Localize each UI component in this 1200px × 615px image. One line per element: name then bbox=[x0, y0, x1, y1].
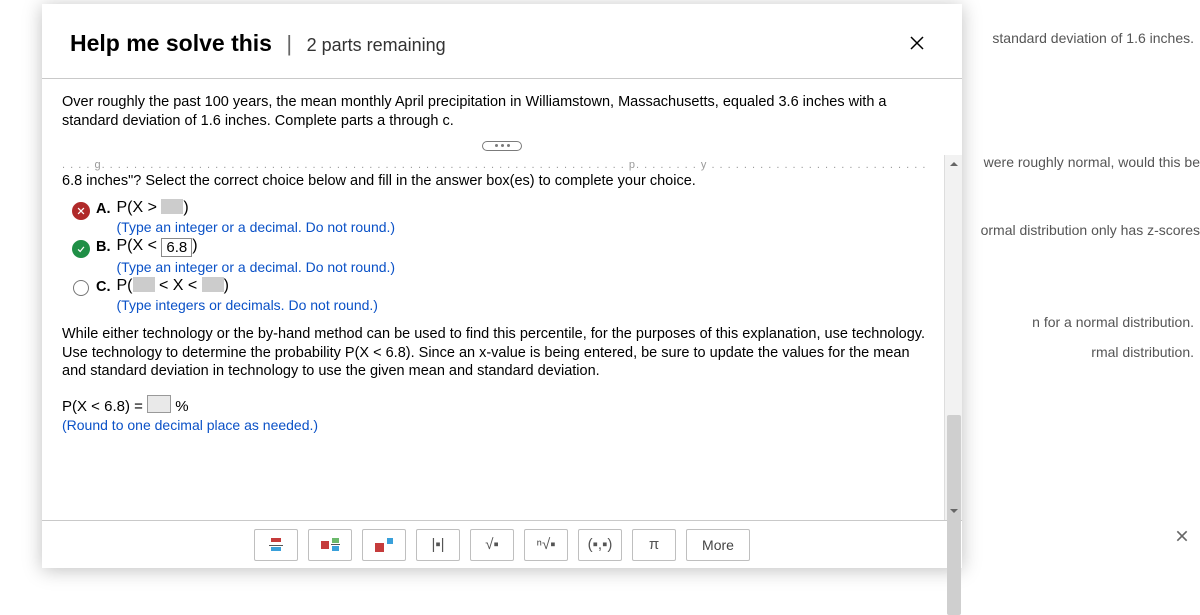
choice-c-letter: C. bbox=[96, 279, 111, 295]
modal-title-row: Help me solve this | 2 parts remaining bbox=[70, 30, 446, 57]
backdrop-text: standard deviation of 1.6 inches. bbox=[992, 30, 1194, 46]
choice-c-expression: P( < X < ) bbox=[117, 277, 229, 294]
answer-input-c2[interactable] bbox=[202, 277, 224, 292]
backdrop-text: n for a normal distribution. bbox=[1032, 314, 1194, 330]
backdrop-text: ormal distribution only has z-scores bbox=[981, 222, 1200, 238]
ellipsis-icon bbox=[482, 141, 522, 151]
math-toolbar: |▪| √▪ ⁿ√▪ (▪,▪) π More bbox=[42, 520, 962, 568]
vertical-scrollbar[interactable] bbox=[944, 155, 962, 520]
expr-text: ) bbox=[224, 277, 229, 294]
pi-button[interactable]: π bbox=[632, 529, 676, 561]
choice-a-hint: (Type an integer or a decimal. Do not ro… bbox=[117, 219, 396, 235]
choice-a-row: A. P(X > ) (Type an integer or a decimal… bbox=[70, 199, 930, 235]
answer-input-percent[interactable] bbox=[147, 395, 171, 413]
equation-right: % bbox=[175, 398, 188, 415]
choice-c-radio[interactable] bbox=[70, 277, 92, 296]
choice-c-hint: (Type integers or decimals. Do not round… bbox=[117, 297, 378, 313]
radio-unselected[interactable] bbox=[73, 280, 89, 296]
more-button[interactable]: More bbox=[686, 529, 750, 561]
exponent-button[interactable] bbox=[362, 529, 406, 561]
more-label: More bbox=[702, 537, 734, 553]
choice-a-expression: P(X > ) bbox=[117, 199, 189, 216]
fraction-icon bbox=[269, 538, 283, 551]
incorrect-icon bbox=[72, 202, 90, 220]
answer-input-c1[interactable] bbox=[133, 277, 155, 292]
interval-icon: (▪,▪) bbox=[588, 536, 613, 553]
choice-a-radio[interactable] bbox=[70, 199, 92, 220]
interval-button[interactable]: (▪,▪) bbox=[578, 529, 622, 561]
expr-text: < X < bbox=[155, 277, 202, 294]
choice-a-letter: A. bbox=[96, 201, 111, 217]
modal-title: Help me solve this bbox=[70, 30, 272, 56]
equation-left: P(X < 6.8) = bbox=[62, 398, 147, 415]
expr-text: P( bbox=[117, 277, 133, 294]
choice-b-letter: B. bbox=[96, 239, 111, 255]
nth-root-button[interactable]: ⁿ√▪ bbox=[524, 529, 568, 561]
absolute-value-button[interactable]: |▪| bbox=[416, 529, 460, 561]
choice-c-row: C. P( < X < ) (Type integers or decimals… bbox=[70, 277, 930, 313]
choice-b-radio[interactable] bbox=[70, 237, 92, 258]
choice-b-content: P(X < 6.8) (Type an integer or a decimal… bbox=[117, 237, 396, 275]
mixed-number-button[interactable] bbox=[308, 529, 352, 561]
backdrop-close-icon[interactable] bbox=[1174, 528, 1190, 574]
backdrop-text: rmal distribution. bbox=[1091, 344, 1194, 360]
nth-root-icon: ⁿ√▪ bbox=[536, 536, 555, 553]
answer-input-b[interactable]: 6.8 bbox=[161, 238, 192, 257]
modal-body: . . . . g. . . . . . . . . . . . . . . .… bbox=[42, 155, 962, 520]
exponent-icon bbox=[375, 538, 393, 552]
scroll-down-button[interactable] bbox=[945, 502, 963, 520]
square-root-button[interactable]: √▪ bbox=[470, 529, 514, 561]
scroll-content: . . . . g. . . . . . . . . . . . . . . .… bbox=[42, 155, 944, 520]
close-button[interactable] bbox=[900, 26, 934, 60]
choice-a-content: P(X > ) (Type an integer or a decimal. D… bbox=[117, 199, 396, 235]
choice-b-row: B. P(X < 6.8) (Type an integer or a deci… bbox=[70, 237, 930, 275]
help-me-solve-modal: Help me solve this | 2 parts remaining O… bbox=[42, 4, 962, 568]
expr-text: ) bbox=[192, 237, 197, 254]
pi-icon: π bbox=[649, 536, 659, 553]
choice-b-hint: (Type an integer or a decimal. Do not ro… bbox=[117, 259, 396, 275]
title-separator: | bbox=[286, 31, 292, 56]
scroll-up-button[interactable] bbox=[945, 155, 963, 173]
question-prompt: 6.8 inches"? Select the correct choice b… bbox=[62, 173, 930, 189]
answer-input-a[interactable] bbox=[161, 199, 183, 214]
explanation-paragraph: While either technology or the by-hand m… bbox=[62, 325, 930, 382]
absolute-value-icon: |▪| bbox=[431, 536, 444, 553]
parts-remaining: 2 parts remaining bbox=[307, 35, 446, 55]
expr-text: P(X < bbox=[117, 237, 162, 254]
choice-list: A. P(X > ) (Type an integer or a decimal… bbox=[62, 199, 930, 313]
expr-text: ) bbox=[183, 199, 188, 216]
equation-row: P(X < 6.8) = % bbox=[62, 395, 930, 415]
choice-c-content: P( < X < ) (Type integers or decimals. D… bbox=[117, 277, 378, 313]
truncated-previous-line: . . . . g. . . . . . . . . . . . . . . .… bbox=[62, 159, 930, 171]
modal-header: Help me solve this | 2 parts remaining bbox=[42, 4, 962, 79]
problem-statement: Over roughly the past 100 years, the mea… bbox=[42, 79, 962, 131]
square-root-icon: √▪ bbox=[485, 536, 499, 553]
close-icon bbox=[908, 34, 926, 52]
section-divider[interactable] bbox=[42, 141, 962, 151]
mixed-number-icon bbox=[321, 538, 340, 551]
fraction-button[interactable] bbox=[254, 529, 298, 561]
equation-hint: (Round to one decimal place as needed.) bbox=[62, 417, 930, 433]
backdrop-text: were roughly normal, would this be bbox=[984, 154, 1200, 170]
correct-icon bbox=[72, 240, 90, 258]
expr-text: P(X > bbox=[117, 199, 162, 216]
choice-b-expression: P(X < 6.8) bbox=[117, 237, 198, 254]
